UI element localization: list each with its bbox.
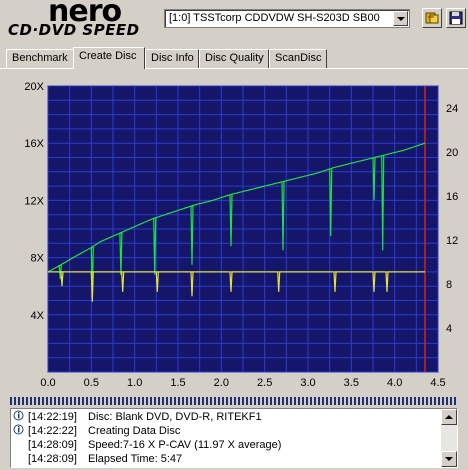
info-icon [13,424,24,435]
write-speed-chart: 0.0 0.5 1.0 1.5 2.0 2.5 3.0 3.5 4.0 4.5 4X 8X 12X 16X… [24,81,458,389]
log-entry: [14:28:09] Elapsed Time: 5:47 [13,452,182,465]
y-tick-label: 8X [31,253,45,265]
x-tick-label: 1.5 [170,377,185,389]
tab-benchmark[interactable]: Benchmark [6,49,75,68]
tab-label: Disc Quality [205,52,264,64]
x-tick-label: 2.5 [257,377,272,389]
x-tick-label: 3.5 [344,377,359,389]
log-text: Elapsed Time: 5:47 [88,453,183,465]
y2-tick-label: 16 [446,191,458,203]
log-scrollbar[interactable] [441,409,457,467]
chevron-down-icon[interactable] [393,11,408,26]
tab-disc-quality[interactable]: Disc Quality [199,49,269,68]
tab-label: ScanDisc [275,52,322,64]
y-tick-label: 20X [24,81,44,93]
chart-grid [47,85,439,373]
log-panel[interactable]: [14:22:19] Disc: Blank DVD, DVD-R, RITEKF… [10,408,458,468]
log-time: [14:28:09] [28,453,77,465]
floppy-save-icon [449,11,463,25]
log-text: Creating Data Disc [88,425,181,437]
y2-tick-label: 12 [446,235,458,247]
tab-create-disc[interactable]: Create Disc [73,47,145,69]
log-time: [14:28:09] [28,439,77,451]
tab-label: Create Disc [79,50,137,62]
y-tick-label: 16X [24,138,44,150]
logo-product: CD·DVD SPEED [8,21,140,39]
tab-label: Disc Info [151,52,194,64]
save-button[interactable] [446,8,466,28]
x-tick-label: 0.5 [84,377,99,389]
x-tick-label: 2.0 [214,377,229,389]
scroll-up-button[interactable] [441,409,457,425]
y2-tick-label: 8 [446,279,452,291]
x-tick-label: 0.0 [40,377,55,389]
y2-tick-label: 24 [446,103,458,115]
log-text: Speed:7-16 X P-CAV (11.97 X average) [88,439,282,451]
scroll-down-button[interactable] [441,451,457,467]
y2-tick-label: 20 [446,147,458,159]
x-tick-label: 4.0 [387,377,402,389]
drive-select[interactable]: [1:0] TSSTcorp CDDVDW SH-S203D SB00 [164,9,410,28]
nero-cd-dvd-speed-logo: nero CD·DVD SPEED [0,0,160,44]
x-tick-label: 1.0 [127,377,142,389]
x-tick-label: 4.5 [430,377,445,389]
y-tick-label: 4X [31,310,45,322]
log-time: [14:22:19] [28,411,77,423]
log-time: [14:22:22] [28,425,77,437]
log-entry: [14:28:09] Speed:7-16 X P-CAV (11.97 X av… [13,438,281,451]
drive-select-value: [1:0] TSSTcorp CDDVDW SH-S203D SB00 [169,12,380,24]
log-entry: [14:22:22] Creating Data Disc [13,424,180,437]
progress-strip [10,397,458,405]
tab-label: Benchmark [12,52,68,64]
tab-scandisc[interactable]: ScanDisc [269,49,327,68]
x-tick-label: 3.0 [300,377,315,389]
info-icon [13,410,24,421]
eject-icon [425,12,439,24]
y-tick-label: 12X [24,195,44,207]
eject-button[interactable] [422,8,442,28]
log-text: Disc: Blank DVD, DVD-R, RITEKF1 [88,411,262,423]
tab-disc-info[interactable]: Disc Info [145,49,199,68]
log-entry: [14:22:19] Disc: Blank DVD, DVD-R, RITEKF… [13,410,262,423]
tab-divider [0,68,468,69]
y2-tick-label: 4 [446,323,452,335]
